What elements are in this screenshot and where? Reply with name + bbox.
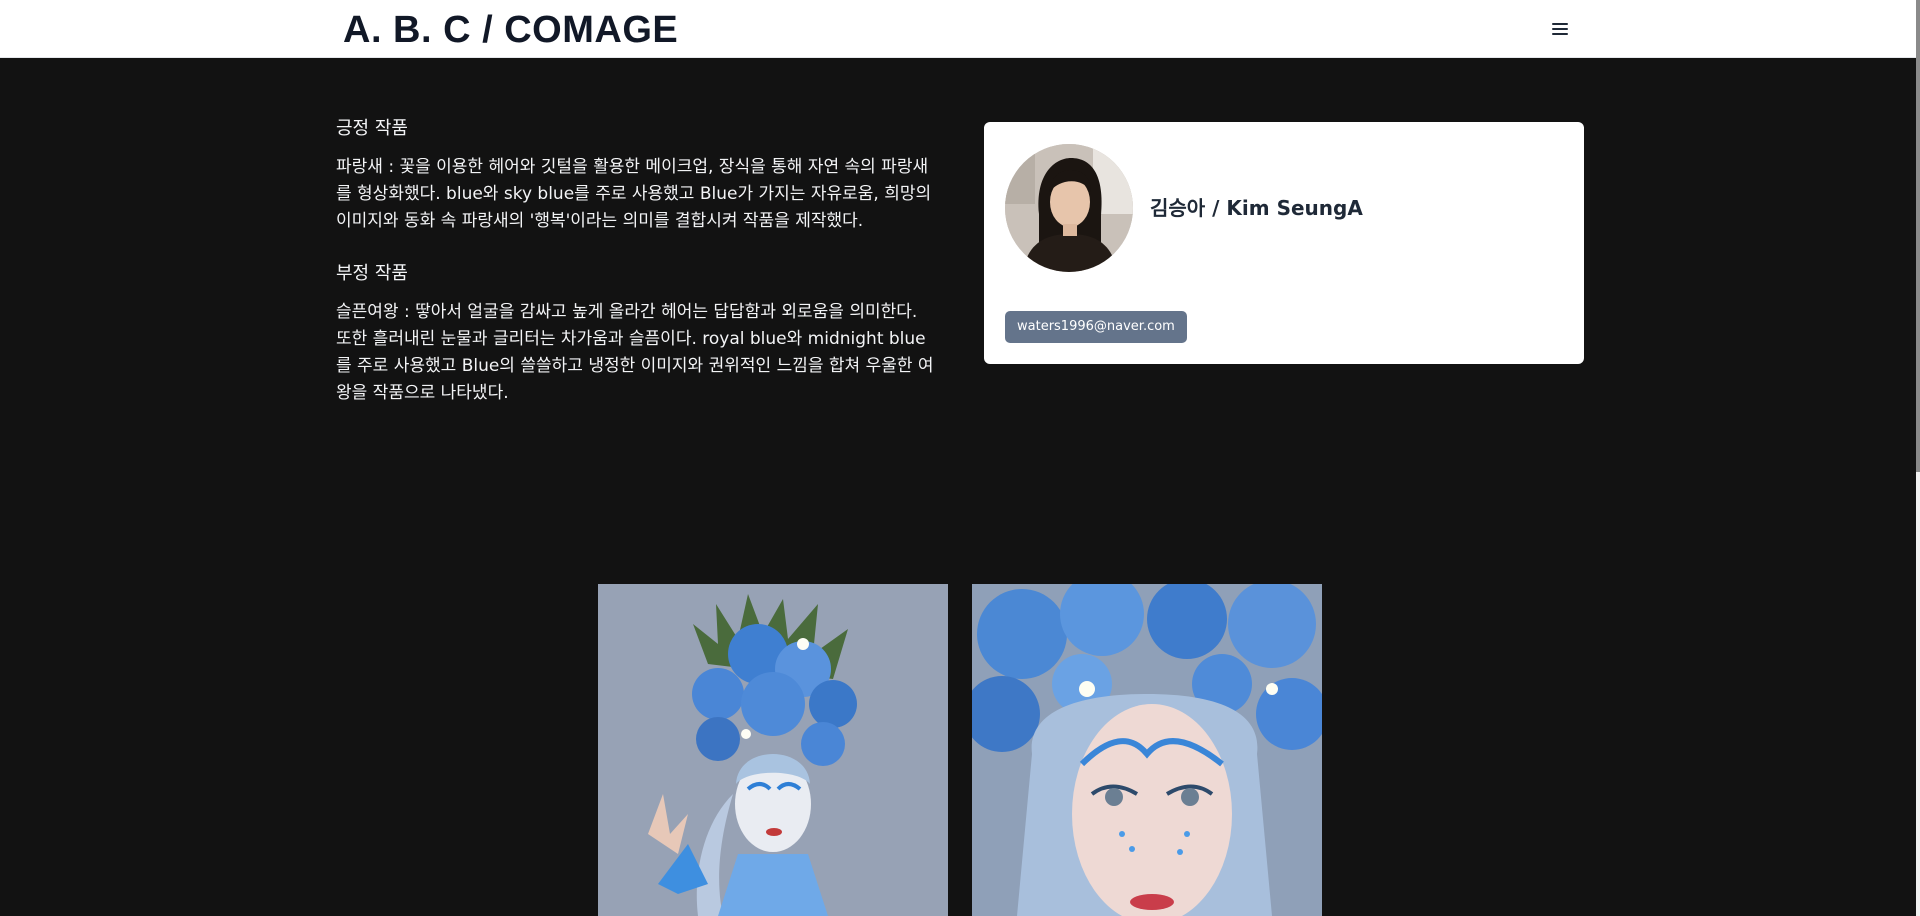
description-column: 긍정 작품 파랑새 : 꽃을 이용한 헤어와 깃털을 활용한 메이크업, 장식을… bbox=[336, 116, 936, 433]
positive-work-description: 파랑새 : 꽃을 이용한 헤어와 깃털을 활용한 메이크업, 장식을 통해 자연… bbox=[336, 157, 932, 231]
negative-work-description: 슬픈여왕 : 땋아서 얼굴을 감싸고 높게 올라간 헤어는 답답함과 외로움을 … bbox=[336, 302, 934, 403]
negative-work-title: 부정 작품 bbox=[336, 263, 408, 284]
profile-card: 김승아 / Kim SeungA waters1996@naver.com bbox=[984, 122, 1584, 364]
site-logo[interactable]: A. B. C / COMAGE bbox=[343, 6, 678, 54]
email-badge[interactable]: waters1996@naver.com bbox=[1005, 311, 1187, 343]
avatar bbox=[1005, 144, 1133, 272]
top-navbar: A. B. C / COMAGE bbox=[0, 0, 1918, 58]
page-scrollbar[interactable] bbox=[1916, 0, 1920, 916]
gallery-image-sad-queen[interactable] bbox=[972, 584, 1322, 916]
avatar-photo bbox=[1005, 144, 1133, 272]
gallery-image-bluebird[interactable] bbox=[598, 584, 948, 916]
sad-queen-artwork-image bbox=[972, 584, 1322, 916]
scrollbar-thumb[interactable] bbox=[1916, 0, 1920, 472]
profile-name: 김승아 / Kim SeungA bbox=[1150, 196, 1363, 220]
hamburger-menu-button[interactable] bbox=[1542, 16, 1578, 42]
hamburger-menu-icon bbox=[1552, 23, 1568, 35]
bluebird-artwork-image bbox=[598, 584, 948, 916]
positive-work-title: 긍정 작품 bbox=[336, 118, 408, 139]
